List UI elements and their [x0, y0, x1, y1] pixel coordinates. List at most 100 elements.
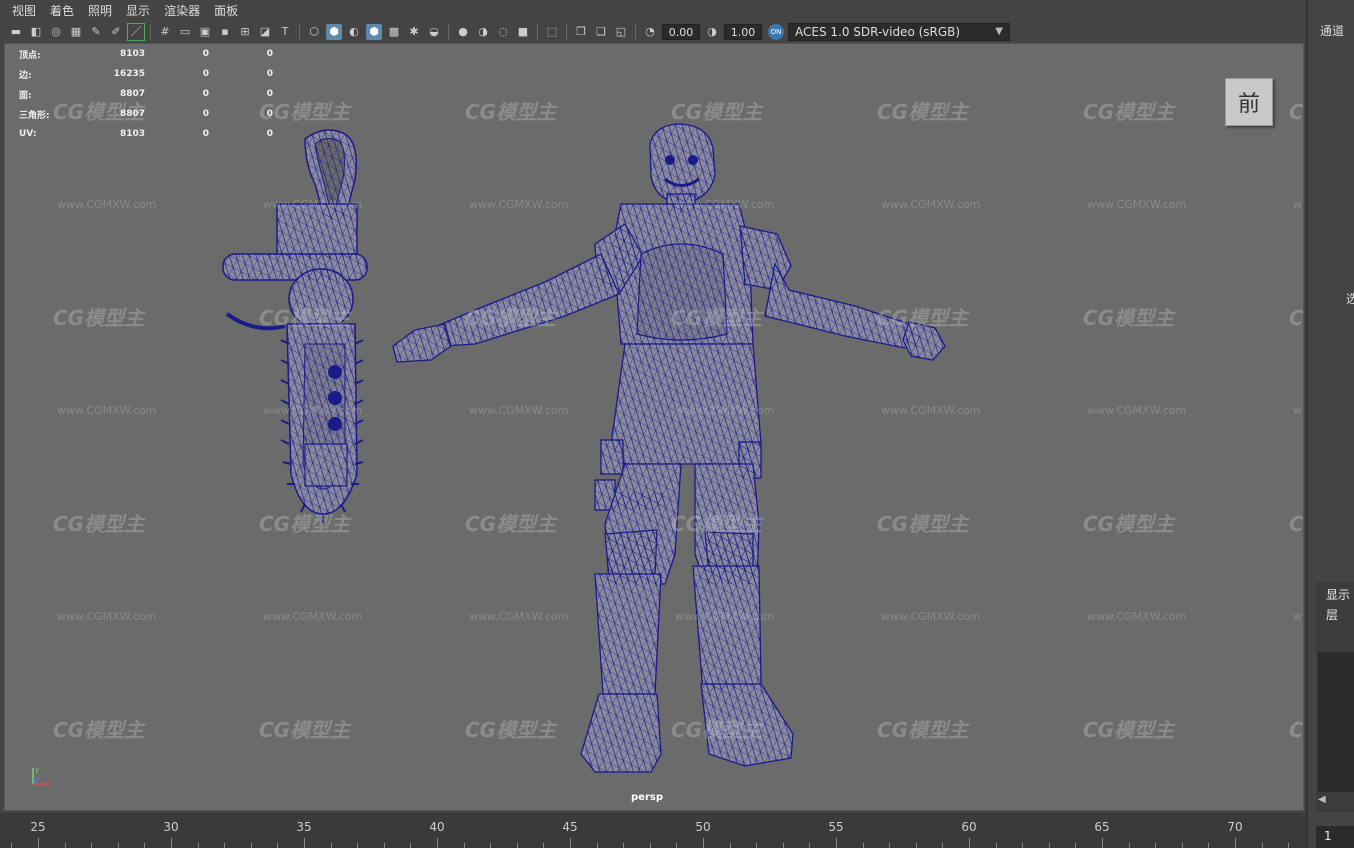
timeline-tick-label: 35	[296, 820, 312, 834]
use-all-lights-icon[interactable]: ✱	[406, 24, 422, 40]
pencil-icon[interactable]: ／	[127, 22, 145, 41]
timeline-tick	[889, 843, 891, 848]
motion-blur-icon[interactable]: ◑	[475, 24, 491, 40]
menu-shading[interactable]: 着色	[50, 2, 74, 19]
bookmark-icon[interactable]: ◎	[48, 24, 64, 40]
perspective-viewport[interactable]: y x CG模型主 www.CGMXW.com CG模型主 www.CGMXW.com…	[4, 43, 1304, 811]
layer-list[interactable]	[1318, 652, 1354, 792]
depth-of-field-icon[interactable]: ■	[515, 24, 531, 40]
select-camera-icon[interactable]: ▬	[8, 24, 24, 40]
grease-pencil-icon[interactable]: ✐	[108, 24, 124, 40]
timeline-tick-label: 25	[30, 820, 46, 834]
menu-layers[interactable]: 层	[1326, 606, 1338, 623]
maya-window: 视图 着色 照明 显示 渲染器 面板 ▬ ◧ ◎ ▦ ✎ ✐ ／ # ▭ ▣ ▪…	[0, 0, 1354, 848]
wireframe-on-shaded-icon[interactable]: ⬢	[366, 23, 382, 40]
timeline-tick	[304, 838, 305, 848]
xray-icon[interactable]: ❐	[573, 24, 589, 40]
view-transform-dropdown[interactable]: ACES 1.0 SDR-video (sRGB) ▼	[788, 22, 1010, 41]
current-frame-field[interactable]: 1	[1316, 826, 1354, 848]
time-slider[interactable]: 2530354045505560657075808590951001051101…	[0, 813, 1306, 848]
menu-panels[interactable]: 面板	[214, 2, 238, 19]
camera-attributes-icon[interactable]: ◧	[28, 24, 44, 40]
timeline-tick	[1181, 843, 1183, 848]
timeline-tick	[1235, 838, 1236, 848]
scroll-left-icon[interactable]: ◀	[1318, 794, 1326, 805]
truncated-label: 选	[1346, 292, 1354, 306]
hud-value: 16235	[113, 69, 145, 79]
timeline-tick-label: 55	[828, 820, 844, 834]
gate-mask-icon[interactable]: ▪	[217, 24, 233, 40]
smooth-shade-icon[interactable]: ⬢	[326, 23, 342, 40]
timeline-tick	[623, 843, 625, 848]
chainsaw-mesh[interactable]	[222, 129, 368, 522]
hud-label: 面:	[19, 90, 32, 101]
layer-editor: 显示 层 ◀	[1316, 582, 1354, 812]
view-cube[interactable]: 前	[1225, 78, 1273, 126]
gamma-field[interactable]: 1.00	[724, 23, 762, 40]
timeline-tick	[117, 843, 119, 848]
wireframe-icon[interactable]: ⬡	[306, 24, 322, 40]
hud-value-uv: 0	[266, 49, 273, 59]
multisample-aa-icon[interactable]: ◌	[495, 24, 511, 40]
exposure-field[interactable]: 0.00	[662, 23, 700, 40]
menu-renderer[interactable]: 渲染器	[164, 2, 200, 19]
shadows-icon[interactable]: ◒	[426, 24, 442, 40]
camera-name-label: persp	[631, 792, 663, 803]
timeline-tick	[490, 843, 492, 848]
timeline-tick	[197, 843, 199, 848]
hud-value-uv: 0	[266, 109, 273, 119]
xray-joints-icon[interactable]: ❏	[593, 24, 609, 40]
menu-show[interactable]: 显示	[126, 2, 150, 19]
axis-x-label: x	[48, 780, 52, 788]
toolbar-separator	[537, 23, 538, 40]
hud-value-selected: 0	[202, 69, 209, 79]
film-gate-icon[interactable]: ▭	[177, 24, 193, 40]
scene-canvas[interactable]: y x	[5, 44, 1304, 811]
grid-icon[interactable]: #	[157, 24, 173, 40]
timeline-tick-label: 50	[695, 820, 711, 834]
gamma-icon[interactable]: ◑	[704, 24, 720, 40]
timeline-tick	[543, 843, 545, 848]
menu-view[interactable]: 视图	[12, 2, 36, 19]
screen-space-ao-icon[interactable]: ●	[455, 24, 471, 40]
character-mesh[interactable]	[392, 123, 946, 773]
timeline-tick-label: 60	[961, 820, 977, 834]
safe-title-icon[interactable]: T	[277, 24, 293, 40]
timeline-tick-label: 40	[429, 820, 445, 834]
timeline-tick	[38, 838, 39, 848]
hud-row-triangles: 三角形: 8807 0 0	[19, 104, 273, 124]
timeline-tick	[91, 843, 93, 848]
timeline-tick	[144, 843, 146, 848]
exposure-icon[interactable]: ◔	[642, 24, 658, 40]
field-chart-icon[interactable]: ⊞	[237, 24, 253, 40]
view-transform-value: ACES 1.0 SDR-video (sRGB)	[795, 24, 961, 39]
color-management-toggle-icon[interactable]: ON	[768, 23, 784, 40]
timeline-tick	[64, 843, 66, 848]
timeline-tick	[915, 843, 917, 848]
hud-value-uv: 0	[266, 89, 273, 99]
menu-lighting[interactable]: 照明	[88, 2, 112, 19]
timeline-tick	[570, 838, 571, 848]
default-material-icon[interactable]: ◐	[346, 24, 362, 40]
safe-action-icon[interactable]: ◪	[257, 24, 273, 40]
xray-active-components-icon[interactable]: ◱	[613, 24, 629, 40]
image-plane-icon[interactable]: ▦	[68, 24, 84, 40]
hud-row-faces: 面: 8807 0 0	[19, 84, 273, 104]
timeline-tick	[1261, 843, 1263, 848]
timeline-tick	[277, 843, 279, 848]
axis-gizmo: y x	[32, 766, 52, 788]
hud-value-uv: 0	[266, 129, 273, 139]
timeline-tick-label: 70	[1227, 820, 1243, 834]
tab-channels[interactable]: 通道	[1320, 22, 1344, 39]
timeline-tick	[1288, 843, 1290, 848]
hud-value: 8807	[119, 89, 145, 99]
timeline-tick	[1102, 838, 1103, 848]
two-d-pan-icon[interactable]: ✎	[88, 24, 104, 40]
tab-display[interactable]: 显示	[1326, 586, 1350, 603]
textured-icon[interactable]: ▩	[386, 24, 402, 40]
timeline-tick	[703, 838, 704, 848]
channel-box-panel: 通道 选 显示 层 ◀	[1306, 0, 1354, 848]
isolate-select-icon[interactable]: ⬚	[544, 24, 560, 40]
axis-y-label: y	[35, 766, 39, 774]
resolution-gate-icon[interactable]: ▣	[197, 24, 213, 40]
